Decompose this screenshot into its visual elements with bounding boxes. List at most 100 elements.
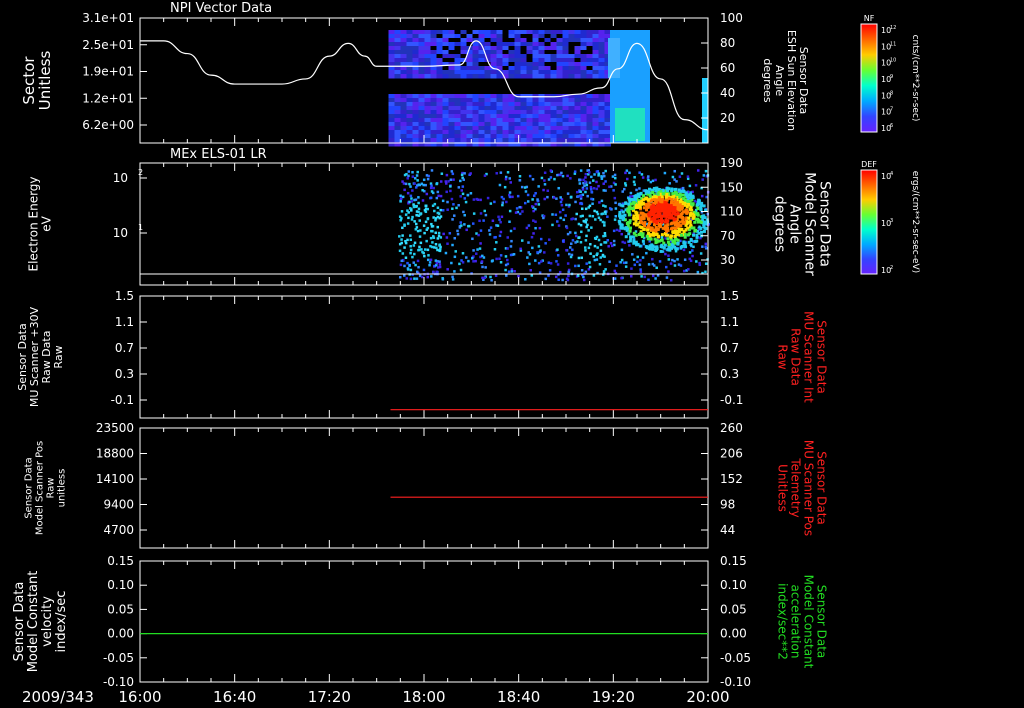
spectrogram-cell [588, 204, 592, 208]
spectrogram-hot-cell [667, 242, 671, 246]
spectrogram-cell [400, 50, 407, 55]
spectrogram-cell [436, 138, 443, 143]
spectrogram-cell [538, 134, 545, 139]
spectrogram-cell [579, 215, 583, 218]
spectrogram-cell [425, 192, 429, 196]
spectrogram-hot-cell [639, 220, 643, 224]
spectrogram-cell [598, 110, 605, 115]
spectrogram-cell [521, 239, 524, 242]
spectrogram-cell [506, 236, 509, 239]
spectrogram-cell [418, 245, 421, 249]
spectrogram-hot-cell [676, 241, 680, 245]
spectrogram-cell [568, 38, 575, 43]
spectrogram-cell [484, 98, 491, 103]
spectrogram-cell [472, 126, 479, 131]
spectrogram-cell [460, 138, 467, 143]
spectrogram-cell [406, 191, 410, 195]
spectrogram-cell [526, 200, 530, 203]
spectrogram-hot-cell [662, 210, 666, 214]
spectrogram-cell [549, 262, 553, 265]
spectrogram-cell [508, 62, 515, 67]
spectrogram-cell [448, 94, 455, 99]
spectrogram-hot-cell [674, 202, 678, 206]
left-tick-label: 2.5e+01 [82, 38, 134, 52]
spectrogram-cell [562, 38, 569, 43]
spectrogram-cell [478, 134, 485, 139]
spectrogram-cell [437, 194, 440, 198]
spectrogram-cell [502, 50, 509, 55]
spectrogram-cell [577, 264, 580, 268]
spectrogram-cell [665, 276, 669, 279]
spectrogram-cell [400, 54, 407, 59]
spectrogram-cell [544, 38, 551, 43]
spectrogram-cell [586, 114, 593, 119]
spectrogram-cell [550, 58, 557, 63]
spectrogram-cell [565, 277, 569, 281]
spectrogram-cell [568, 66, 575, 71]
spectrogram-cell [430, 34, 437, 39]
spectrogram-cell [526, 46, 533, 51]
spectrogram-hot-cell [684, 228, 688, 232]
right-axis-label: index/sec**2 [776, 583, 790, 660]
spectrogram-cell [406, 261, 409, 265]
spectrogram-cell [454, 74, 461, 79]
spectrogram-cell [448, 114, 455, 119]
spectrogram-cell [502, 98, 509, 103]
spectrogram-cell [598, 134, 605, 139]
spectrogram-cell [490, 110, 497, 115]
spectrogram-cell [430, 106, 437, 111]
spectrogram-cell [478, 74, 485, 79]
spectrogram-cell [441, 277, 445, 281]
spectrogram-cell [426, 275, 430, 279]
spectrogram-cell [490, 126, 497, 131]
spectrogram-cell [475, 197, 478, 201]
spectrogram-cell [400, 241, 403, 245]
spectrogram-cell [413, 220, 416, 223]
spectrogram-cell [574, 42, 581, 47]
left-tick-label: -0.05 [103, 651, 134, 665]
spectrogram-cell [435, 270, 438, 274]
panel-frame [139, 295, 709, 419]
spectrogram-hot-cell [628, 229, 632, 233]
spectrogram-cell [586, 194, 589, 198]
spectrogram-cell [448, 102, 455, 107]
spectrogram-hot-cell [697, 198, 701, 202]
spectrogram-cell [502, 54, 509, 59]
spectrogram-cell [581, 188, 585, 191]
spectrogram-cell [448, 134, 455, 139]
spectrogram-hot-cell [680, 206, 684, 210]
spectrogram-cell [426, 226, 430, 230]
spectrogram-cell [574, 30, 581, 35]
spectrogram-cell [514, 54, 521, 59]
spectrogram-cell [446, 200, 449, 204]
spectrogram-cell [641, 256, 645, 259]
spectrogram-cell [602, 204, 605, 207]
spectrogram-cell [592, 42, 599, 47]
left-axis-label: Raw [46, 477, 57, 498]
spectrogram-cell [424, 106, 431, 111]
spectrogram-cell [401, 180, 404, 183]
spectrogram-cell [460, 118, 467, 123]
spectrogram-cell [544, 74, 551, 79]
spectrogram-hot-cell [674, 187, 678, 191]
spectrogram-hot-cell [674, 222, 678, 226]
spectrogram-cell [466, 126, 473, 131]
spectrogram-cell [526, 102, 533, 107]
spectrogram-cell [442, 118, 449, 123]
spectrogram-cell [580, 70, 587, 75]
spectrogram-cell [394, 126, 401, 131]
spectrogram-cell [416, 170, 419, 174]
spectrogram-cell [472, 62, 479, 67]
spectrogram-cell [580, 102, 587, 107]
spectrogram-cell [406, 102, 413, 107]
spectrogram-cell [419, 213, 422, 216]
spectrogram-cell [496, 50, 503, 55]
spectrogram-cell [411, 170, 414, 174]
spectrogram-cell [460, 259, 463, 262]
spectrogram-cell [620, 248, 624, 252]
spectrogram-cell [460, 30, 467, 35]
spectrogram-cell [520, 130, 527, 135]
spectrogram-cell [592, 138, 599, 143]
spectrogram-cell [604, 268, 607, 271]
spectrogram-cell [418, 34, 425, 39]
